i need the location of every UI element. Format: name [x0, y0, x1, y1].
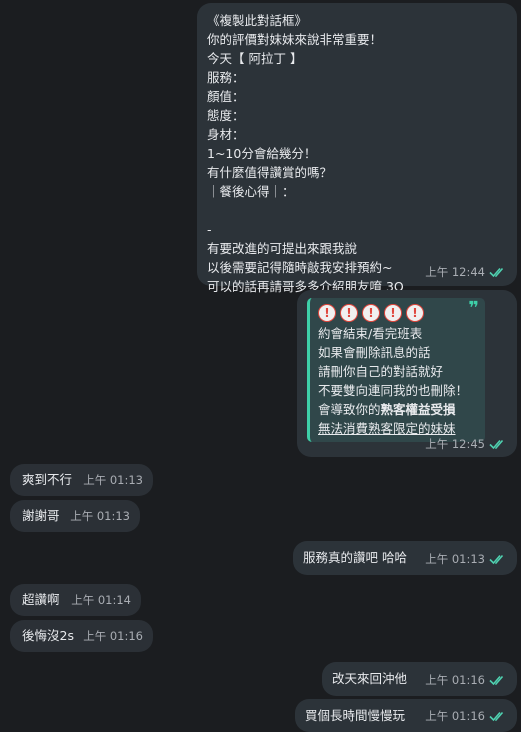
message-line [207, 201, 507, 220]
message-time: 上午 01:16 [425, 673, 485, 687]
message-meta: 上午 12:44 [425, 265, 507, 279]
quote-line-underlined: 無法消費熟客限定的妹妹 [318, 421, 456, 436]
message-line: 身材： [207, 127, 245, 142]
message-text: 後悔沒2s [22, 628, 74, 643]
message-text: 服務真的讚吧 哈哈 [303, 550, 407, 565]
message-bubble-incoming[interactable]: 爽到不行 上午 01:13 [10, 464, 153, 496]
message-meta: 上午 01:16 [425, 673, 507, 687]
message-time: 上午 01:13 [83, 473, 143, 487]
message-time: 上午 01:13 [425, 552, 485, 566]
message-time: 上午 12:45 [425, 437, 485, 451]
message-meta: 上午 01:14 [71, 593, 131, 607]
message-bubble-outgoing[interactable]: 服務真的讚吧 哈哈 上午 01:13 [293, 541, 517, 575]
message-bubble-incoming[interactable]: 後悔沒2s 上午 01:16 [10, 620, 153, 652]
message-time: 上午 01:14 [71, 593, 131, 607]
message-text: 超讚啊 [22, 592, 60, 607]
double-check-icon [489, 553, 507, 565]
exclamation-circle-icon: ! [340, 304, 358, 322]
message-line: 有要改進的可提出來跟我說 [207, 241, 358, 256]
message-meta: 上午 01:13 [425, 552, 507, 566]
quote-line: 請刪你自己的對話就好 [318, 364, 444, 379]
quote-line: 會導致你的熟客權益受損 [318, 400, 477, 419]
message-line: ｜餐後心得｜： [207, 184, 295, 199]
message-text: 謝謝哥 [22, 508, 60, 523]
exclamation-circle-icon: ! [318, 304, 336, 322]
message-line: 服務： [207, 70, 245, 85]
chat-view: 《複製此對話框》 你的評價對妹妹來說非常重要！ 今天【 阿拉丁 】 服務： 顏值… [0, 0, 521, 732]
message-bubble-outgoing[interactable]: 《複製此對話框》 你的評價對妹妹來說非常重要！ 今天【 阿拉丁 】 服務： 顏值… [197, 3, 517, 294]
message-bubble-incoming[interactable]: 謝謝哥 上午 01:13 [10, 500, 140, 532]
message-bubble-incoming[interactable]: 超讚啊 上午 01:14 [10, 584, 141, 616]
message-meta: 上午 01:16 [425, 709, 507, 723]
message-meta: 上午 01:13 [70, 509, 130, 523]
double-check-icon [489, 266, 507, 278]
message-bubble-outgoing[interactable]: ❞ ! ! ! ! ! 約會結束/看完班表 如果會刪除訊息的話 請刪你自己的對話… [297, 290, 517, 457]
message-line: 有什麼值得讚賞的嗎？ [207, 165, 333, 180]
message-text: 改天來回沖他 [332, 671, 408, 686]
quote-block: ❞ ! ! ! ! ! 約會結束/看完班表 如果會刪除訊息的話 請刪你自己的對話… [307, 298, 485, 442]
message-line: 1~10分會給幾分！ [207, 146, 317, 161]
double-check-icon [489, 674, 507, 686]
message-text: 爽到不行 [22, 472, 73, 487]
message-time: 上午 12:44 [425, 265, 485, 279]
message-bubble-outgoing[interactable]: 買個長時間慢慢玩 上午 01:16 [295, 699, 517, 732]
quote-line: 不要雙向連同我的也刪除！ [318, 383, 469, 398]
message-meta: 上午 12:45 [425, 437, 507, 451]
warning-icons-row: ! ! ! ! ! [318, 302, 477, 324]
message-time: 上午 01:16 [83, 629, 143, 643]
quote-line-prefix: 會導致你的 [318, 402, 381, 417]
double-check-icon [489, 710, 507, 722]
message-time: 上午 01:16 [425, 709, 485, 723]
double-check-icon [489, 438, 507, 450]
exclamation-circle-icon: ! [362, 304, 380, 322]
message-line: - [207, 222, 212, 237]
quote-line: 約會結束/看完班表 [318, 326, 423, 341]
message-time: 上午 01:13 [70, 509, 130, 523]
message-line: 顏值： [207, 89, 245, 104]
quote-mark-icon: ❞ [468, 298, 479, 319]
message-meta: 上午 01:13 [83, 473, 143, 487]
quote-line: 如果會刪除訊息的話 [318, 345, 431, 360]
message-line: 你的評價對妹妹來說非常重要！ [207, 32, 383, 47]
message-meta: 上午 01:16 [83, 629, 143, 643]
message-line: 今天【 阿拉丁 】 [207, 51, 303, 66]
message-line: 態度： [207, 108, 245, 123]
quote-line-bold: 熟客權益受損 [380, 402, 456, 417]
exclamation-circle-icon: ! [406, 304, 424, 322]
exclamation-circle-icon: ! [384, 304, 402, 322]
message-text: 買個長時間慢慢玩 [305, 708, 406, 723]
message-line: 《複製此對話框》 [207, 13, 308, 28]
message-bubble-outgoing[interactable]: 改天來回沖他 上午 01:16 [322, 662, 517, 696]
